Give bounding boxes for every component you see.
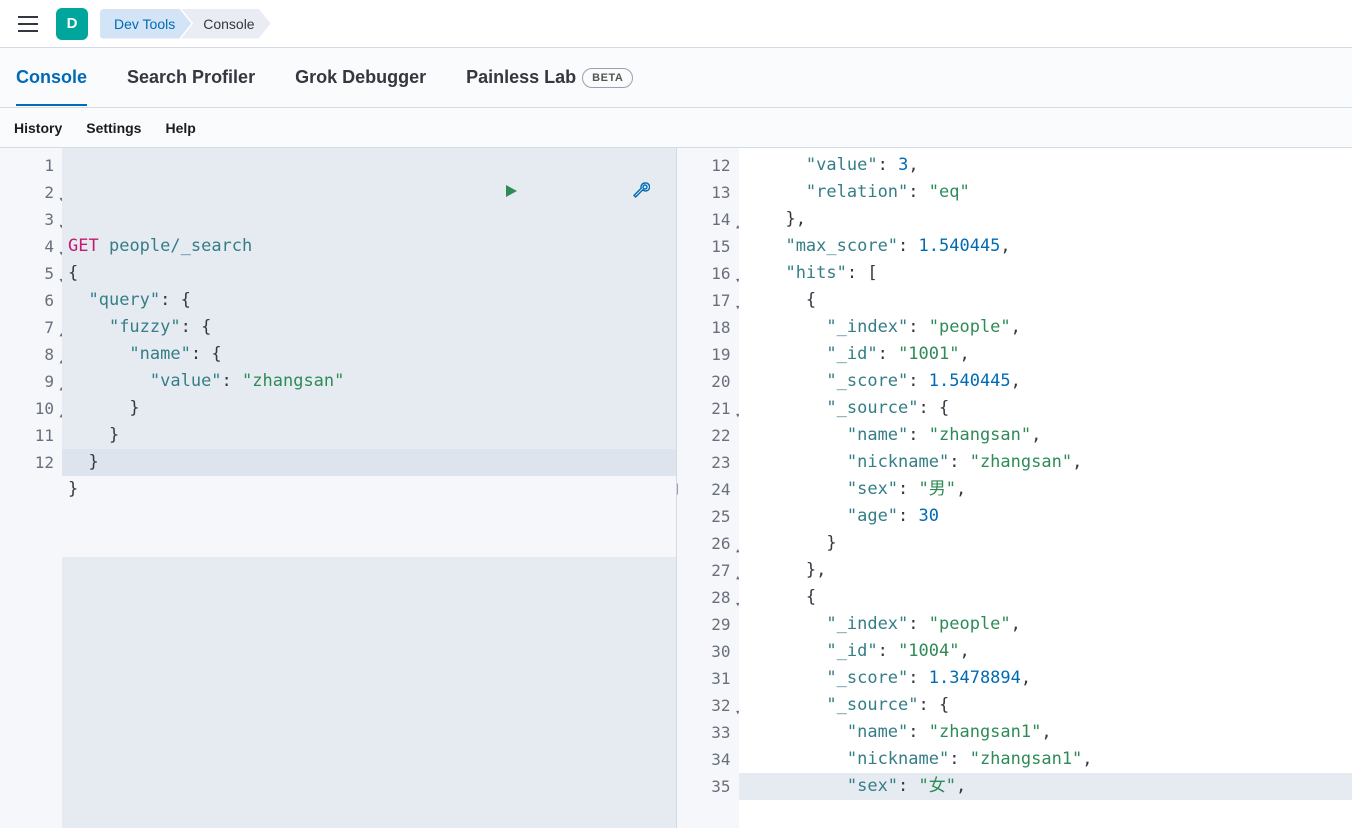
top-bar: D Dev ToolsConsole — [0, 0, 1352, 48]
breadcrumb-console[interactable]: Console — [181, 9, 270, 39]
editor-split: 12▾3▾4▾5▾67▴8▴9▴10▴1112 GET people/_sear… — [0, 148, 1352, 828]
tab-painless-lab[interactable]: Painless LabBETA — [466, 50, 633, 105]
history-button[interactable]: History — [14, 120, 62, 136]
breadcrumb-dev-tools[interactable]: Dev Tools — [100, 9, 191, 39]
request-editor[interactable]: 12▾3▾4▾5▾67▴8▴9▴10▴1112 GET people/_sear… — [0, 148, 677, 828]
tab-search-profiler[interactable]: Search Profiler — [127, 50, 255, 105]
tab-grok-debugger[interactable]: Grok Debugger — [295, 50, 426, 105]
breadcrumb: Dev ToolsConsole — [100, 9, 271, 39]
request-code[interactable]: GET people/_search{ "query": { "fuzzy": … — [62, 148, 676, 828]
settings-button[interactable]: Settings — [86, 120, 141, 136]
response-code[interactable]: "value": 3, "relation": "eq" }, "max_sco… — [739, 148, 1352, 828]
console-toolbar: History Settings Help — [0, 108, 1352, 148]
response-gutter: 121314▴1516▾17▾18192021▾2223242526▴27▴28… — [677, 148, 739, 828]
avatar[interactable]: D — [56, 8, 88, 40]
run-request-button[interactable] — [401, 154, 519, 235]
tabs-bar: Console Search Profiler Grok Debugger Painl… — [0, 48, 1352, 108]
wrench-icon — [632, 181, 650, 199]
response-viewer: 121314▴1516▾17▾18192021▾2223242526▴27▴28… — [677, 148, 1352, 828]
hamburger-menu-button[interactable] — [12, 8, 44, 40]
help-button[interactable]: Help — [165, 120, 195, 136]
play-icon — [503, 183, 519, 199]
hamburger-icon — [18, 16, 38, 32]
tab-console[interactable]: Console — [16, 50, 87, 105]
request-options-button[interactable] — [529, 154, 649, 235]
avatar-letter: D — [67, 15, 78, 32]
request-gutter: 12▾3▾4▾5▾67▴8▴9▴10▴1112 — [0, 148, 62, 828]
beta-badge: BETA — [582, 68, 633, 88]
